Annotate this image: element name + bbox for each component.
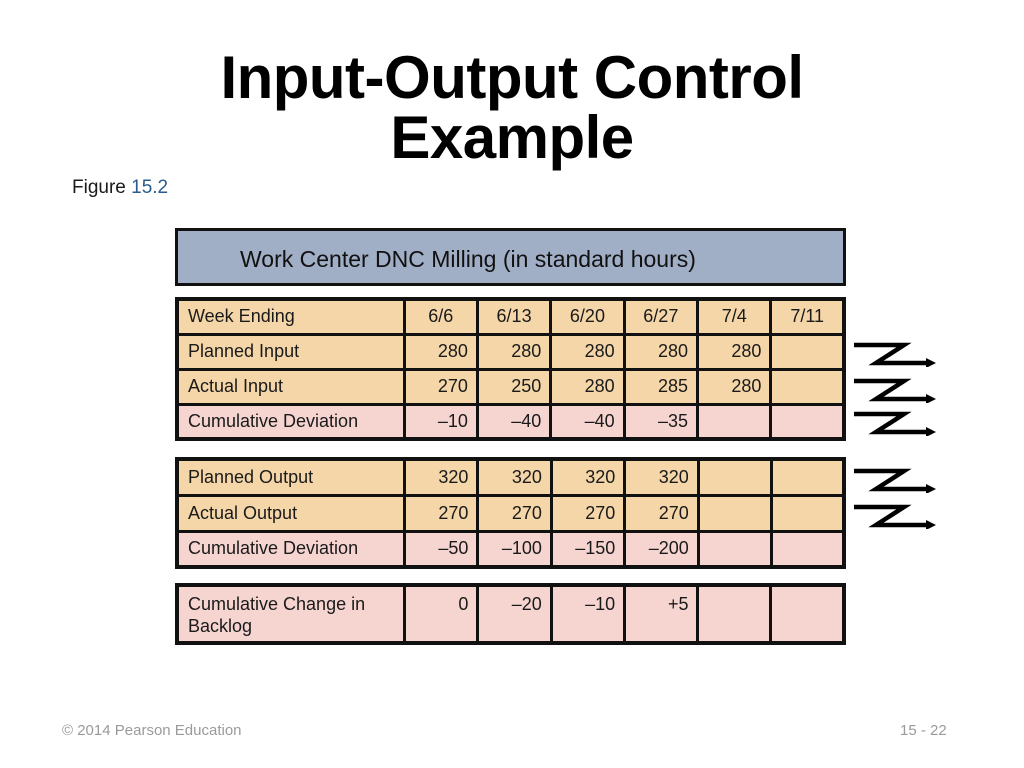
row-label: Cumulative Change in Backlog (175, 583, 407, 645)
value-cell (769, 493, 846, 533)
value-cell: 280 (402, 332, 479, 371)
slide-title-line1: Input-Output Control (220, 44, 804, 111)
input-cumulative-deviation-row: Cumulative Deviation –10 –40 –40 –35 (175, 402, 846, 441)
figure-prefix: Figure (72, 177, 126, 198)
actual-input-row: Actual Input 270 250 280 285 280 (175, 367, 846, 406)
value-cell: 320 (623, 457, 700, 497)
value-cell: –40 (549, 402, 626, 441)
value-cell: 280 (622, 332, 700, 371)
row-label: Actual Output (175, 493, 406, 533)
value-cell: 320 (476, 457, 553, 497)
row-label: Cumulative Deviation (175, 529, 406, 569)
zigzag-arrow-icon (854, 468, 936, 493)
value-cell (769, 529, 846, 569)
value-cell: 320 (402, 457, 480, 497)
week-header-cell: 6/20 (549, 297, 626, 336)
value-cell: –150 (549, 529, 627, 569)
week-header-cell: 6/13 (475, 297, 553, 336)
value-cell (769, 367, 846, 406)
output-cumulative-deviation-row: Cumulative Deviation –50 –100 –150 –200 (175, 529, 846, 569)
work-center-header: Work Center DNC Milling (in standard hou… (175, 228, 846, 286)
output-table: Planned Output 320 320 320 320 Actual Ou… (175, 457, 846, 569)
row-label: Planned Input (175, 332, 406, 371)
zigzag-arrow-icon (854, 378, 936, 403)
value-cell (769, 457, 846, 497)
value-cell: 250 (475, 367, 553, 406)
value-cell (769, 332, 846, 371)
value-cell: 270 (402, 493, 480, 533)
week-ending-row: Week Ending 6/6 6/13 6/20 6/27 7/4 7/11 (175, 297, 846, 336)
slide-title: Input-Output Control Example (0, 48, 1024, 168)
value-cell: –10 (402, 402, 479, 441)
value-cell: 280 (696, 332, 773, 371)
value-cell: –40 (475, 402, 553, 441)
value-cell: 280 (696, 367, 773, 406)
value-cell: 270 (623, 493, 700, 533)
row-label: Actual Input (175, 367, 406, 406)
value-cell (769, 583, 846, 645)
value-cell: 270 (549, 493, 627, 533)
week-header-cell: 7/11 (769, 297, 846, 336)
work-center-header-text: Work Center DNC Milling (in standard hou… (240, 246, 696, 272)
value-cell (696, 493, 773, 533)
zigzag-arrow-icon (854, 504, 936, 529)
value-cell: 280 (549, 332, 626, 371)
value-cell: –35 (622, 402, 700, 441)
planned-input-row: Planned Input 280 280 280 280 280 (175, 332, 846, 371)
slide-title-line2: Example (390, 104, 634, 171)
value-cell: 285 (622, 367, 700, 406)
value-cell: –10 (549, 583, 627, 645)
value-cell: 270 (402, 367, 479, 406)
copyright-footer: © 2014 Pearson Education (62, 722, 242, 739)
value-cell: 270 (476, 493, 553, 533)
week-header-cell: 6/27 (622, 297, 700, 336)
row-label: Cumulative Deviation (175, 402, 406, 441)
value-cell (696, 402, 773, 441)
figure-label: Figure 15.2 (72, 177, 168, 199)
value-cell: 280 (549, 367, 626, 406)
value-cell: 280 (475, 332, 553, 371)
week-header-cell: 6/6 (402, 297, 479, 336)
zigzag-arrow-icon (854, 411, 936, 436)
week-ending-label: Week Ending (175, 297, 406, 336)
value-cell: –100 (476, 529, 553, 569)
value-cell: –20 (476, 583, 553, 645)
value-cell: 320 (549, 457, 627, 497)
week-header-cell: 7/4 (696, 297, 773, 336)
backlog-table: Cumulative Change in Backlog 0 –20 –10 +… (175, 583, 846, 645)
value-cell: 0 (403, 583, 480, 645)
row-label: Planned Output (175, 457, 406, 497)
value-cell: –200 (623, 529, 700, 569)
slide-number: 15 - 22 (900, 722, 947, 739)
cumulative-backlog-row: Cumulative Change in Backlog 0 –20 –10 +… (175, 583, 846, 645)
value-cell (696, 457, 773, 497)
value-cell (769, 402, 846, 441)
value-cell: –50 (402, 529, 480, 569)
value-cell (696, 583, 773, 645)
value-cell: +5 (623, 583, 700, 645)
actual-output-row: Actual Output 270 270 270 270 (175, 493, 846, 533)
value-cell (696, 529, 773, 569)
zigzag-arrow-icon (854, 342, 936, 367)
planned-output-row: Planned Output 320 320 320 320 (175, 457, 846, 497)
input-table: Week Ending 6/6 6/13 6/20 6/27 7/4 7/11 … (175, 297, 846, 441)
figure-number: 15.2 (131, 177, 169, 198)
